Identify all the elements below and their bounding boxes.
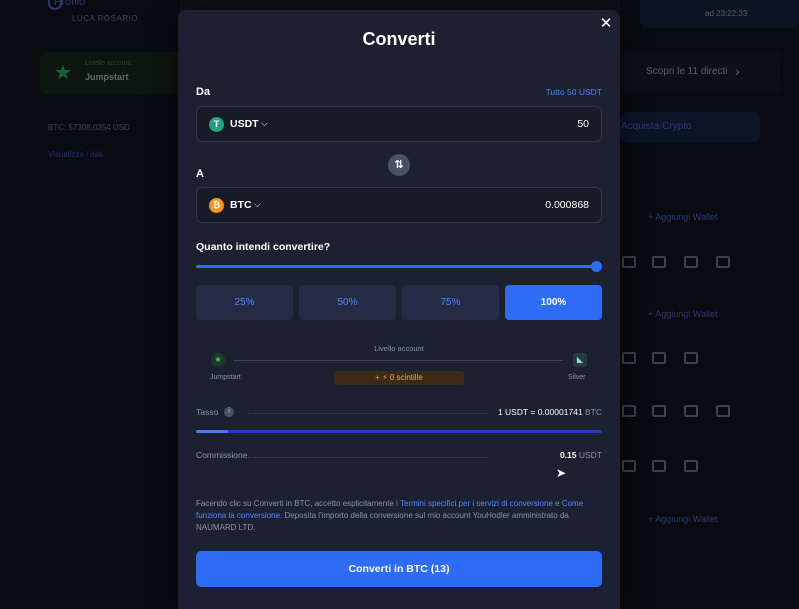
add-wallet-link: + Aggiungi Wallet: [648, 212, 718, 222]
rate-label: Tasso: [196, 407, 219, 417]
silver-level-icon: ◣: [573, 353, 587, 367]
profile-label: Profilo: [54, 0, 86, 8]
percent-25-button[interactable]: 25%: [196, 285, 293, 320]
star-icon: ★: [211, 353, 225, 367]
sparks-badge: + ⚡ 0 scintille: [334, 371, 464, 385]
level-start-label: Jumpstart: [210, 374, 241, 381]
percent-75-button[interactable]: 75%: [402, 285, 499, 320]
fee-divider: [248, 457, 488, 458]
level-end-label: Silver: [568, 374, 586, 381]
slider-handle[interactable]: [591, 261, 602, 272]
promo-strip-text: Scopri le 11 directi: [646, 66, 728, 77]
level-title: Livello account: [374, 344, 424, 353]
convert-button[interactable]: Converti in BTC (13): [196, 551, 602, 587]
to-coin-selector[interactable]: BTC: [230, 199, 252, 211]
fee-unit: USDT: [578, 450, 602, 460]
exchange-icon: [684, 460, 698, 472]
specific-terms-link[interactable]: Termini specifici per i servizi di conve…: [400, 499, 553, 508]
rate-refresh-progress: [196, 430, 602, 433]
exchange-icon: [684, 256, 698, 268]
chart-icon: [716, 256, 730, 268]
add-wallet-link: + Aggiungi Wallet: [648, 309, 718, 319]
from-field[interactable]: T USDT ⌵ 50: [196, 106, 602, 142]
to-amount-input[interactable]: 0.000868: [545, 199, 589, 211]
rate-divider: [248, 413, 488, 414]
progress-fill: [196, 430, 229, 433]
background-link: Visualizza i dati: [48, 150, 103, 159]
profile-name: LUCA ROSARIO: [72, 14, 139, 23]
info-icon[interactable]: i: [224, 407, 234, 417]
to-label: A: [196, 168, 204, 180]
fee-value: 0.15 USDT: [560, 450, 602, 460]
modal-title: Converti: [362, 29, 436, 49]
to-field[interactable]: ₿ BTC ⌵ 0.000868: [196, 187, 602, 223]
level-name: Jumpstart: [85, 72, 129, 82]
from-coin-selector[interactable]: USDT: [230, 118, 259, 130]
btc-price: BTC: 57308,0354 USD: [48, 123, 130, 132]
usdt-icon: T: [209, 117, 224, 132]
send-icon: [652, 460, 666, 472]
exchange-icon: [684, 352, 698, 364]
buy-crypto-text: Acquista Crypto: [621, 121, 692, 132]
percent-100-button[interactable]: 100%: [505, 285, 602, 320]
rate-value: 1 USDT = 0.00001741 BTC: [498, 407, 602, 417]
amount-question: Quanto intendi convertire?: [196, 241, 331, 253]
rate-unit: BTC: [585, 407, 602, 417]
download-icon: [652, 256, 666, 268]
exchange-icon: [684, 405, 698, 417]
star-icon: ★: [54, 62, 72, 84]
from-label: Da: [196, 86, 211, 98]
mouse-cursor-icon: ➤: [556, 466, 567, 480]
slider-fill: [196, 265, 598, 268]
close-icon: [622, 405, 636, 417]
legal-text-part: e: [552, 499, 562, 508]
swap-icon[interactable]: ⇅: [388, 154, 410, 176]
chevron-right-icon: ›: [735, 63, 740, 79]
chevron-down-icon[interactable]: ⌵: [261, 118, 268, 129]
chart-icon: [716, 405, 730, 417]
btc-icon: ₿: [209, 198, 224, 213]
fee-amount: 0.15: [559, 450, 577, 460]
send-icon: [652, 352, 666, 364]
datetime: ad 23:22:33: [705, 9, 748, 18]
download-icon: [622, 256, 636, 268]
close-icon[interactable]: ✕: [597, 15, 615, 33]
legal-text: Facendo clic su Converti in BTC, accetto…: [196, 498, 596, 534]
add-wallet-link: + Aggiungi Wallet: [648, 514, 718, 524]
chevron-down-icon[interactable]: ⌵: [254, 199, 261, 210]
level-progress-line: [233, 360, 563, 361]
close-icon: [622, 460, 636, 472]
rate-amount: 1 USDT = 0.00001741: [497, 407, 583, 417]
use-all-link[interactable]: Tutto 50 USDT: [546, 87, 602, 97]
convert-modal: Converti ✕ Da Tutto 50 USDT T USDT ⌵ 50 …: [178, 10, 620, 609]
level-caption: Livello account: [85, 60, 132, 67]
legal-text-part: Facendo clic su Converti in BTC, accetto…: [196, 499, 400, 508]
fee-label: Commissione: [196, 450, 248, 460]
from-amount-input[interactable]: 50: [577, 118, 589, 130]
percent-50-button[interactable]: 50%: [299, 285, 396, 320]
amount-slider[interactable]: [196, 265, 598, 268]
close-icon: [622, 352, 636, 364]
send-icon: [652, 405, 666, 417]
